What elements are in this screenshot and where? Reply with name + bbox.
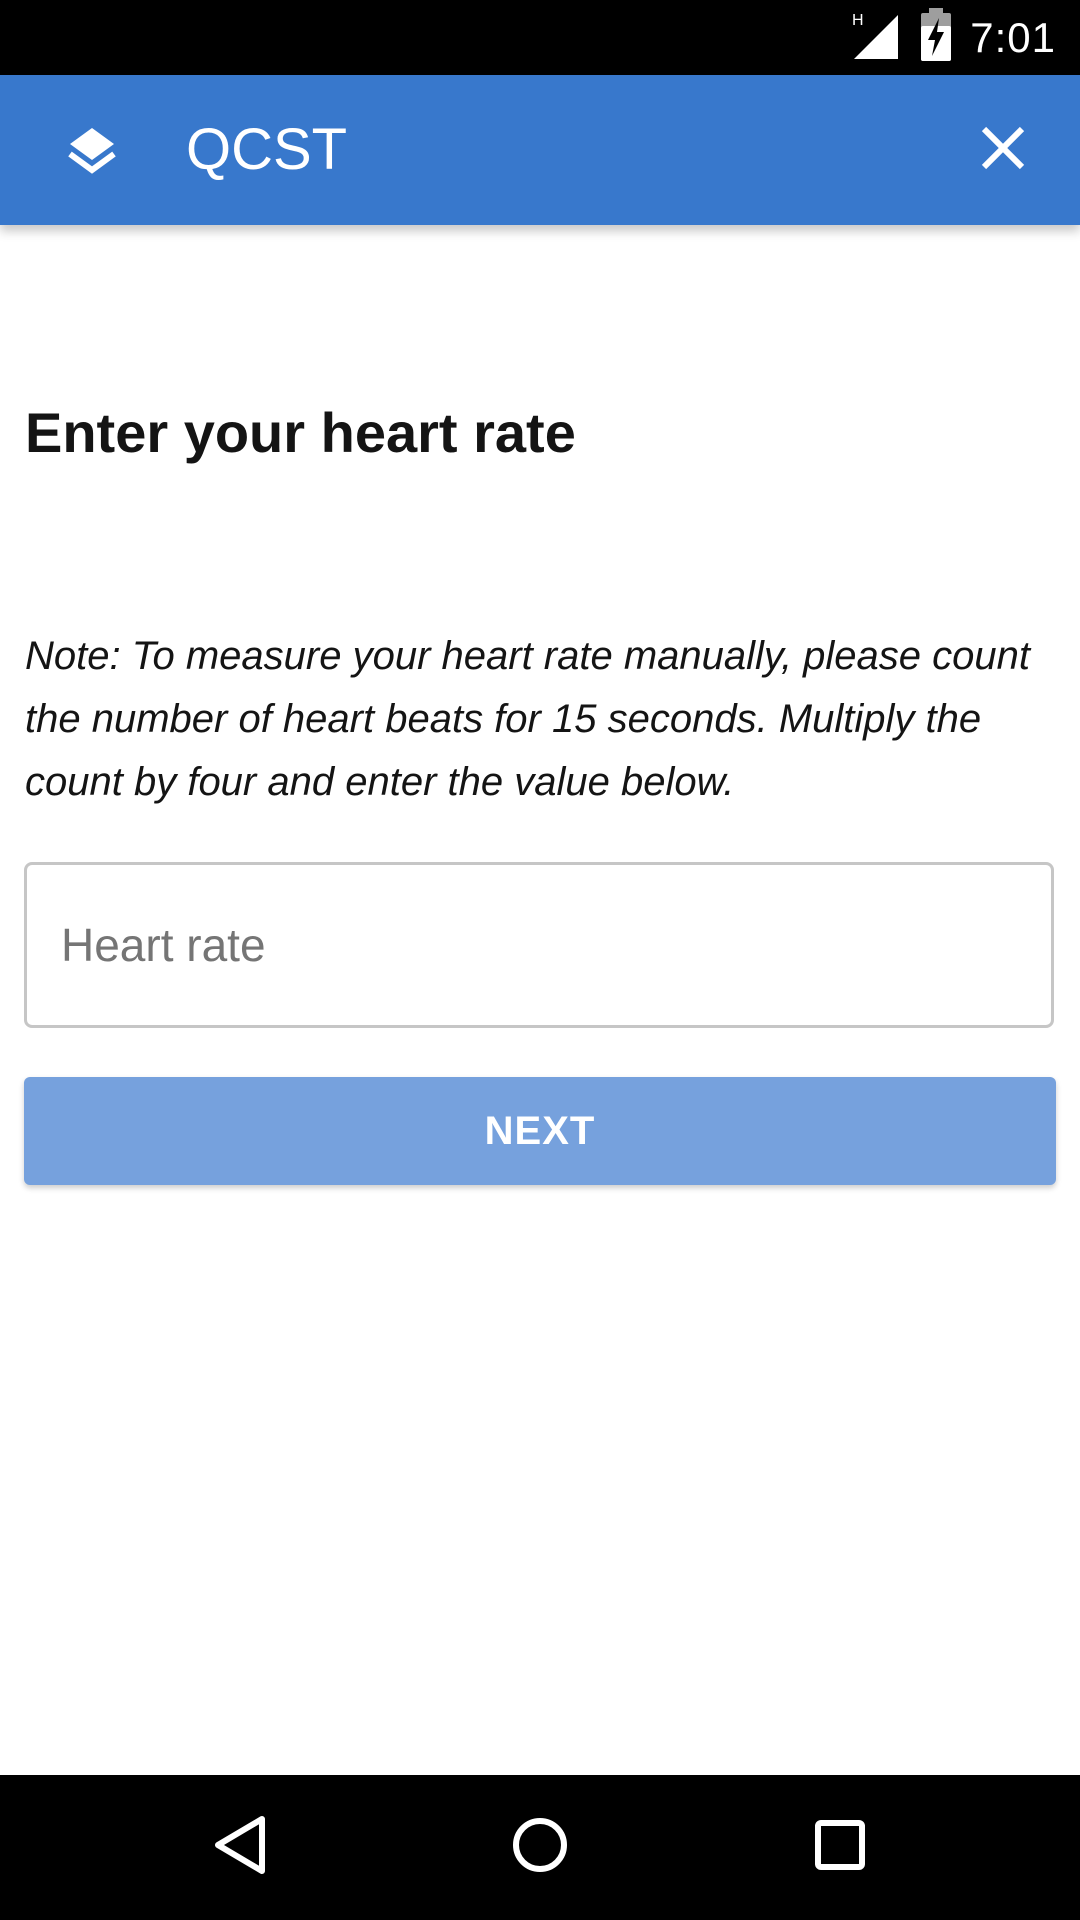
page-heading: Enter your heart rate (25, 401, 576, 464)
layers-icon (62, 120, 122, 180)
next-button[interactable]: NEXT (24, 1077, 1056, 1185)
app-title: QCST (186, 117, 348, 182)
svg-text:H: H (852, 12, 864, 29)
home-circle-icon (510, 1815, 570, 1880)
back-triangle-icon (210, 1813, 270, 1882)
status-time: 7:01 (970, 13, 1056, 61)
heart-rate-field[interactable] (24, 862, 1054, 1028)
battery-charging-icon (920, 8, 952, 67)
close-icon (980, 125, 1026, 176)
instruction-note: Note: To measure your heart rate manuall… (25, 634, 1030, 804)
navigation-bar (0, 1775, 1080, 1920)
recents-button[interactable] (770, 1775, 910, 1920)
recents-square-icon (812, 1817, 868, 1878)
back-button[interactable] (170, 1775, 310, 1920)
status-bar: H 7:01 (0, 0, 1080, 75)
heart-rate-input[interactable] (27, 865, 1051, 1025)
close-button[interactable] (968, 115, 1038, 185)
app-bar: QCST (0, 75, 1080, 225)
status-icons: H 7:01 (850, 0, 1056, 75)
home-button[interactable] (470, 1775, 610, 1920)
screen: H 7:01 QCST Enter your heart rate Note: … (0, 0, 1080, 1920)
signal-icon: H (850, 9, 902, 66)
